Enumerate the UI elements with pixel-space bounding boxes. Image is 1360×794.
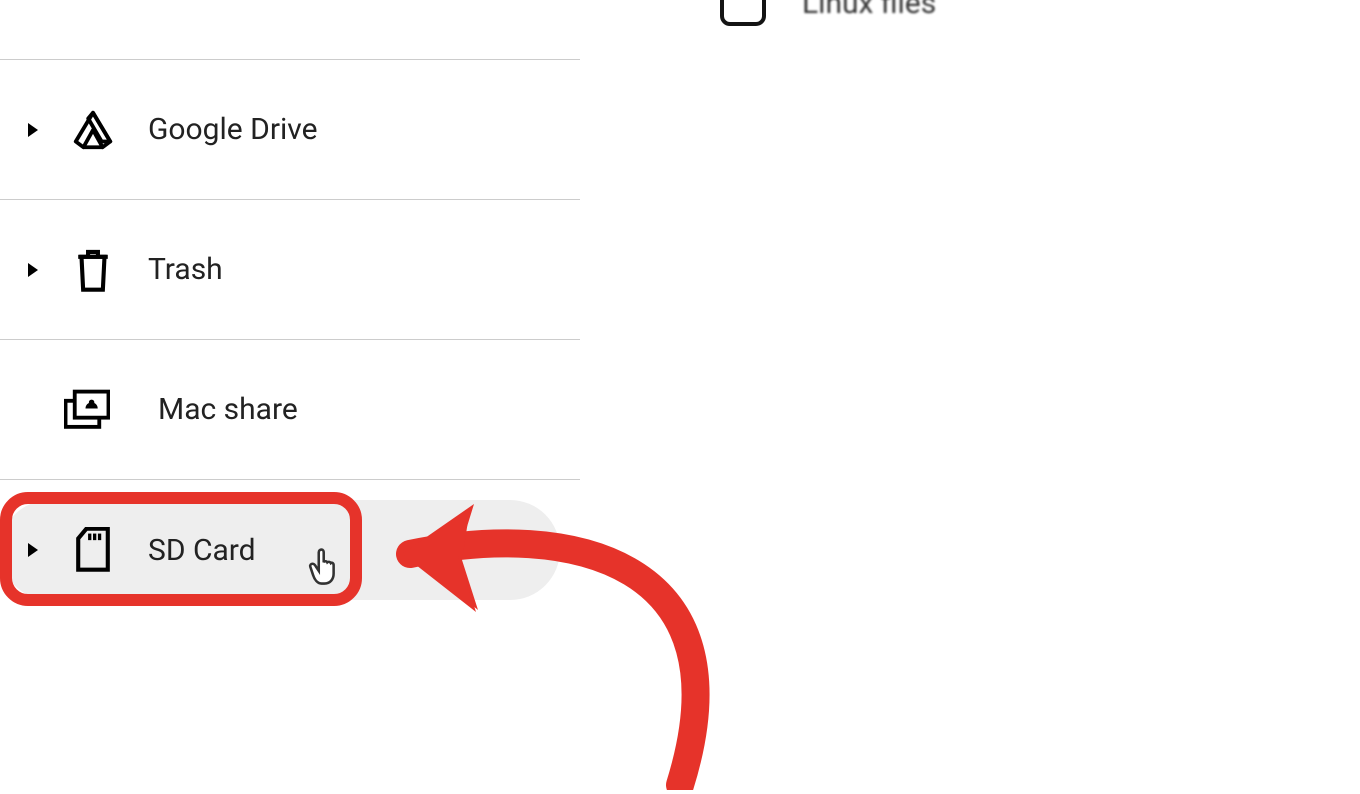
- sidebar-item-label: Mac share: [158, 392, 298, 427]
- sidebar-item-play-files[interactable]: [0, 0, 580, 60]
- mac-share-icon: [64, 387, 110, 433]
- chevron-right-icon: [28, 543, 38, 557]
- sidebar-item-sd-card[interactable]: SD Card: [0, 500, 560, 600]
- google-drive-icon: [70, 107, 116, 153]
- sidebar-item-google-drive[interactable]: Google Drive: [0, 60, 580, 200]
- sidebar-item-label: Trash: [148, 252, 223, 287]
- content-item-label: Linux files: [802, 0, 936, 21]
- sidebar-item-label: Google Drive: [148, 112, 318, 147]
- linux-files-icon: [720, 0, 766, 26]
- sidebar-item-mac-share[interactable]: Mac share: [0, 340, 580, 480]
- chevron-right-icon: [28, 123, 38, 137]
- sd-card-icon: [70, 527, 116, 573]
- sidebar: Google Drive Trash Mac share: [0, 0, 580, 600]
- content-item-linux-files[interactable]: Linux files: [720, 0, 936, 26]
- chevron-right-icon: [28, 263, 38, 277]
- sidebar-item-trash[interactable]: Trash: [0, 200, 580, 340]
- trash-icon: [70, 247, 116, 293]
- sidebar-item-label: SD Card: [148, 533, 256, 568]
- cursor-hand-icon: [306, 548, 340, 592]
